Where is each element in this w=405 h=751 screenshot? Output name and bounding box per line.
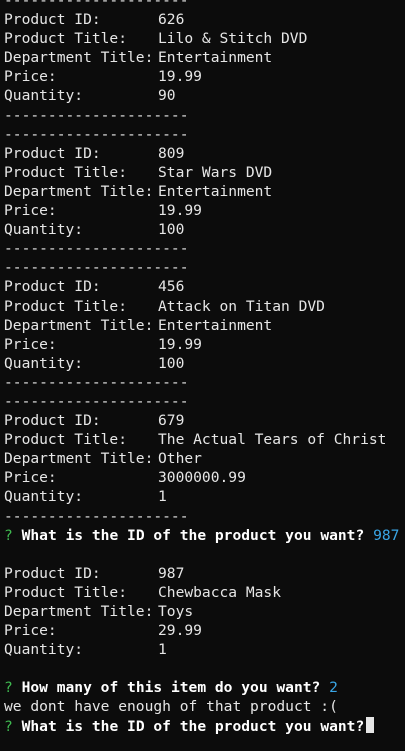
product-id-label: Product ID:: [4, 144, 101, 162]
product-id-value: 456: [158, 278, 185, 296]
error-message: we dont have enough of that product :(: [4, 698, 338, 716]
department-value: Toys: [158, 603, 194, 620]
product-title-row: Product Title: Chewbacca Mask: [4, 583, 405, 602]
quantity-row: Quantity: 1: [4, 487, 405, 506]
quantity-row: Quantity: 90: [4, 86, 405, 105]
quantity-value: 100: [158, 354, 185, 372]
product-id-label: Product ID:: [4, 564, 101, 582]
separator: ---------------------: [4, 373, 189, 391]
quantity-value: 90: [158, 87, 176, 105]
product-title-row: Product Title: Attack on Titan DVD: [4, 297, 405, 316]
department-value: Entertainment: [158, 182, 273, 200]
product-id-value: 809: [158, 144, 185, 162]
price-row: Price: 19.99: [4, 335, 405, 354]
product-id-row: Product ID: 809: [4, 144, 405, 163]
product-title-value: Star Wars DVD: [158, 163, 273, 181]
quantity-label: Quantity:: [4, 221, 84, 239]
product-title-row: Product Title: Star Wars DVD: [4, 163, 405, 182]
department-label: Department Title:: [4, 316, 154, 334]
product-title-label: Product Title:: [4, 163, 128, 181]
prompt-question: What is the ID of the product you want?: [21, 526, 365, 544]
department-label: Department Title:: [4, 450, 154, 468]
price-label: Price:: [4, 335, 57, 353]
price-label: Price:: [4, 622, 57, 640]
product-title-row: Product Title: Lilo & Stitch DVD: [4, 29, 405, 48]
product-title-label: Product Title:: [4, 30, 128, 48]
terminal-output: --------------------- Product ID: 626 Pro…: [4, 0, 405, 736]
separator: ---------------------: [4, 507, 189, 525]
department-row: Department Title: Toys: [4, 602, 405, 621]
price-value: 19.99: [158, 68, 202, 86]
product-title-value: Chewbacca Mask: [158, 583, 282, 601]
department-row: Department Title: Entertainment: [4, 316, 405, 335]
product-id-row: Product ID: 679: [4, 411, 405, 430]
price-row: Price: 29.99: [4, 621, 405, 640]
price-value: 19.99: [158, 335, 202, 353]
department-value: Other: [158, 450, 202, 468]
prompt-question: How many of this item do you want?: [21, 679, 321, 697]
quantity-value: 1: [158, 488, 167, 506]
separator: ---------------------: [4, 125, 189, 143]
price-row: Price: 19.99: [4, 67, 405, 86]
quantity-label: Quantity:: [4, 641, 84, 659]
separator: ---------------------: [4, 259, 189, 277]
quantity-value: 100: [158, 221, 185, 239]
product-id-value: 987: [158, 564, 185, 582]
department-row: Department Title: Other: [4, 449, 405, 468]
product-id-label: Product ID:: [4, 278, 101, 296]
price-value: 19.99: [158, 202, 202, 220]
price-label: Price:: [4, 68, 57, 86]
active-prompt-line[interactable]: ? What is the ID of the product you want…: [4, 716, 405, 736]
price-value: 3000000.99: [158, 469, 246, 487]
price-row: Price: 3000000.99: [4, 468, 405, 487]
prompt-mark: ?: [4, 526, 13, 544]
prompt-answer: 2: [329, 679, 338, 697]
quantity-label: Quantity:: [4, 488, 84, 506]
prompt-answer: 987: [373, 526, 400, 544]
product-title-row: Product Title: The Actual Tears of Christ: [4, 430, 405, 449]
quantity-row: Quantity: 100: [4, 220, 405, 239]
prompt-mark: ?: [4, 679, 13, 697]
product-title-value: Attack on Titan DVD: [158, 297, 325, 315]
product-id-row: Product ID: 987: [4, 564, 405, 583]
department-value: Entertainment: [158, 49, 273, 67]
prompt-mark: ?: [4, 717, 13, 735]
department-value: Entertainment: [158, 316, 273, 334]
quantity-label: Quantity:: [4, 87, 84, 105]
product-id-value: 626: [158, 11, 185, 29]
separator: ---------------------: [4, 0, 189, 9]
separator: ---------------------: [4, 106, 189, 124]
product-id-value: 679: [158, 412, 185, 430]
department-label: Department Title:: [4, 603, 154, 620]
product-title-value: Lilo & Stitch DVD: [158, 30, 308, 48]
quantity-row: Quantity: 1: [4, 640, 405, 659]
product-title-value: The Actual Tears of Christ: [158, 431, 387, 449]
separator: ---------------------: [4, 240, 189, 258]
quantity-value: 1: [158, 641, 167, 659]
quantity-prompt-line: ? How many of this item do you want? 2: [4, 678, 405, 697]
product-title-label: Product Title:: [4, 583, 128, 601]
prompt-question: What is the ID of the product you want?: [21, 717, 365, 735]
product-title-label: Product Title:: [4, 297, 128, 315]
price-value: 29.99: [158, 622, 202, 640]
product-id-row: Product ID: 626: [4, 10, 405, 29]
separator: ---------------------: [4, 392, 189, 410]
product-id-row: Product ID: 456: [4, 277, 405, 296]
quantity-row: Quantity: 100: [4, 354, 405, 373]
price-label: Price:: [4, 202, 57, 220]
department-label: Department Title:: [4, 182, 154, 200]
product-id-label: Product ID:: [4, 11, 101, 29]
product-id-label: Product ID:: [4, 412, 101, 430]
department-label: Department Title:: [4, 49, 154, 67]
price-label: Price:: [4, 469, 57, 487]
id-prompt-line: ? What is the ID of the product you want…: [4, 526, 405, 545]
quantity-label: Quantity:: [4, 354, 84, 372]
department-row: Department Title: Entertainment: [4, 48, 405, 67]
text-cursor[interactable]: [366, 716, 375, 733]
product-title-label: Product Title:: [4, 431, 128, 449]
price-row: Price: 19.99: [4, 201, 405, 220]
department-row: Department Title: Entertainment: [4, 182, 405, 201]
